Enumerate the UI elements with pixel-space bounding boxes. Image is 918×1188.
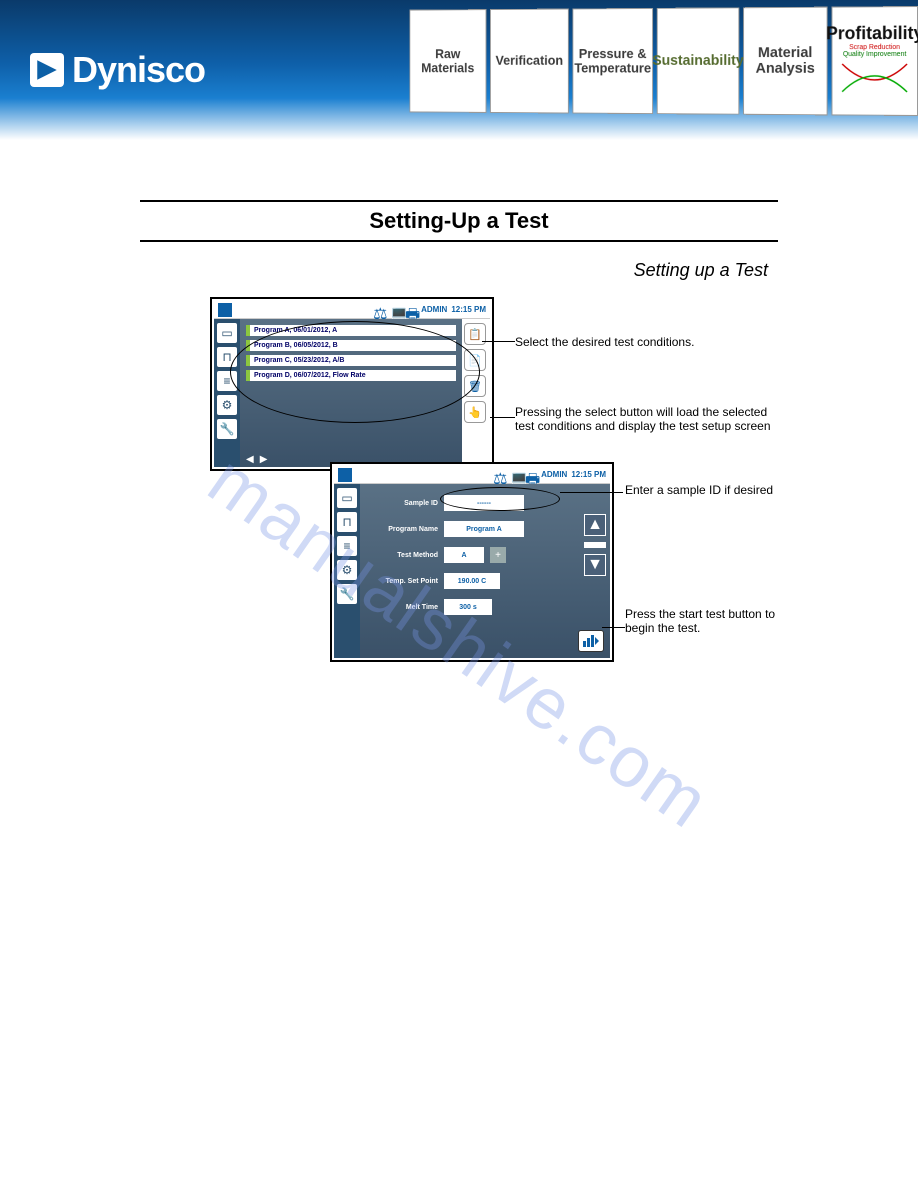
sidebar-chat-icon[interactable]: ▭ [337, 488, 357, 508]
program-name-field[interactable]: Program A [444, 521, 524, 537]
annot-line-3 [560, 492, 623, 493]
tile-raw-materials: Raw Materials [409, 9, 486, 113]
dev1-user: ADMIN [421, 305, 447, 314]
print-icon: 🖶 [525, 469, 537, 481]
screens-wrap: ⚖ 💻 🖶 ADMIN 12:15 PM ▭ ⊓ ≡ ⚙ 🔧 Pro [140, 287, 780, 707]
sidebar-wrench-icon[interactable]: 🔧 [217, 419, 237, 439]
banner-tiles: Raw Materials Verification Pressure & Te… [409, 6, 918, 116]
brand-mark-icon [30, 53, 64, 87]
page-banner: Dynisco Raw Materials Verification Press… [0, 0, 918, 140]
sidebar-gears-icon[interactable]: ⚙ [337, 560, 357, 580]
tile-pressure-temp: Pressure & Temperature [572, 8, 653, 114]
annotation-2: Pressing the select button will load the… [515, 405, 775, 433]
melt-time-field[interactable]: 300 s [444, 599, 492, 615]
annotation-ellipse-1 [230, 321, 480, 423]
chart-play-icon [583, 635, 599, 647]
dev1-time: 12:15 PM [451, 305, 486, 314]
sidebar-list-icon[interactable]: ≡ [337, 536, 357, 556]
dev2-logo-icon [338, 468, 352, 482]
profitability-sub2: Quality Improvement [843, 51, 907, 58]
tile-profitability: Profitability Scrap Reduction Quality Im… [831, 6, 918, 116]
rule-top [140, 200, 778, 202]
dev1-sidebar: ▭ ⊓ ≡ ⚙ 🔧 [214, 319, 240, 467]
laptop-icon: 💻 [509, 469, 521, 481]
annot-line-4 [602, 627, 625, 628]
sidebar-tree-icon[interactable]: ⊓ [337, 512, 357, 532]
test-method-label: Test Method [366, 552, 438, 559]
profitability-chart-icon [840, 58, 909, 98]
annotation-3: Enter a sample ID if desired [625, 483, 825, 497]
scroll-up-button[interactable]: ▲ [584, 514, 606, 536]
start-test-button[interactable] [578, 630, 604, 652]
dev2-time: 12:15 PM [571, 470, 606, 479]
laptop-icon: 💻 [389, 304, 401, 316]
rule-under-title [140, 240, 778, 242]
next-arrow-icon[interactable]: ▶ [260, 454, 268, 465]
tile-material-analysis: Material Analysis [743, 7, 827, 116]
annotation-4: Press the start test button to begin the… [625, 607, 805, 635]
scroll-down-button[interactable]: ▼ [584, 554, 606, 576]
dev2-sidebar: ▭ ⊓ ≡ ⚙ 🔧 [334, 484, 360, 658]
tile-sustainability: Sustainability [657, 7, 740, 114]
sample-id-label: Sample ID [366, 500, 438, 507]
print-icon: 🖶 [405, 304, 417, 316]
annotation-ellipse-2 [440, 487, 560, 511]
annot-line-1 [482, 341, 515, 342]
balance-icon: ⚖ [373, 304, 385, 316]
brand-name: Dynisco [72, 49, 205, 91]
scroll-spacer [584, 542, 606, 548]
test-method-field[interactable]: A [444, 547, 484, 563]
document-body: Setting-Up a Test Setting up a Test ⚖ 💻 … [0, 140, 918, 707]
dev1-topbar: ⚖ 💻 🖶 ADMIN 12:15 PM [214, 301, 490, 319]
add-method-button[interactable]: + [490, 547, 506, 563]
page-subtitle: Setting up a Test [140, 260, 768, 281]
dev2-user: ADMIN [541, 470, 567, 479]
page-title: Setting-Up a Test [140, 208, 778, 234]
prev-arrow-icon[interactable]: ◀ [246, 454, 254, 465]
dev1-nav: ◀ ▶ [246, 454, 267, 465]
brand-logo: Dynisco [30, 49, 205, 91]
dev2-topbar: ⚖ 💻 🖶 ADMIN 12:15 PM [334, 466, 610, 484]
tile-verification: Verification [490, 9, 569, 114]
melt-time-label: Melt Time [366, 604, 438, 611]
program-name-label: Program Name [366, 526, 438, 533]
sidebar-wrench-icon[interactable]: 🔧 [337, 584, 357, 604]
select-button[interactable]: 👆 [464, 401, 486, 423]
sidebar-chat-icon[interactable]: ▭ [217, 323, 237, 343]
temp-setpoint-field[interactable]: 190.00 C [444, 573, 500, 589]
annot-line-2 [490, 417, 515, 418]
dev1-logo-icon [218, 303, 232, 317]
profitability-sub1: Scrap Reduction [849, 44, 900, 51]
annotation-1: Select the desired test conditions. [515, 335, 745, 349]
sidebar-gears-icon[interactable]: ⚙ [217, 395, 237, 415]
temp-setpoint-label: Temp. Set Point [366, 578, 438, 585]
balance-icon: ⚖ [493, 469, 505, 481]
